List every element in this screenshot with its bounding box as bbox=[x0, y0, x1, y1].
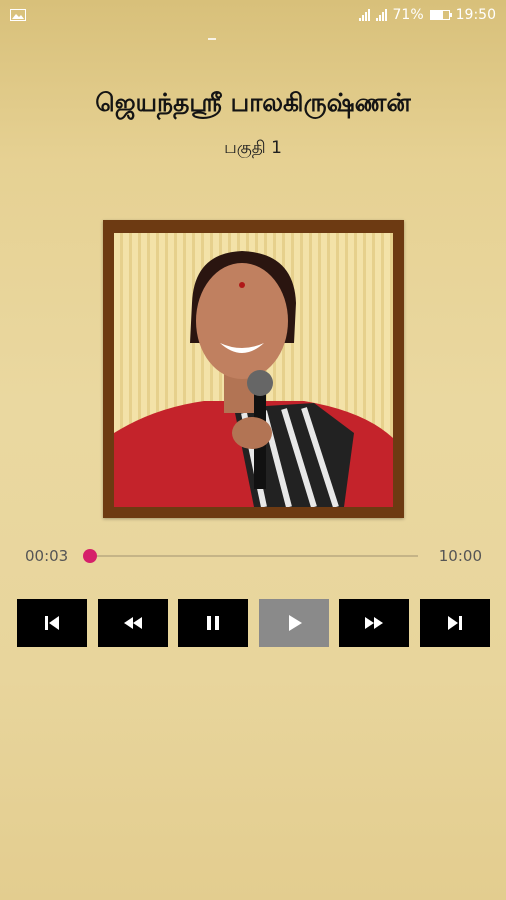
pull-indicator bbox=[208, 38, 216, 40]
signal-2-icon bbox=[375, 9, 387, 21]
seek-bar[interactable] bbox=[88, 555, 418, 557]
fast-forward-icon bbox=[365, 617, 384, 629]
seek-thumb[interactable] bbox=[82, 549, 97, 563]
playback-controls bbox=[17, 599, 490, 647]
status-right: 71% 19:50 bbox=[358, 7, 496, 23]
play-button[interactable] bbox=[258, 599, 329, 647]
pause-button[interactable] bbox=[178, 599, 249, 647]
album-photo bbox=[114, 233, 393, 507]
rewind-icon bbox=[123, 617, 142, 629]
total-time: 10:00 bbox=[438, 547, 482, 565]
clock: 19:50 bbox=[455, 7, 496, 23]
track-title: ஜெயந்தஸ்ரீ பாலகிருஷ்ணன் bbox=[95, 88, 411, 117]
current-time: 00:03 bbox=[25, 547, 69, 565]
speaker-portrait bbox=[114, 251, 393, 507]
play-icon bbox=[288, 615, 302, 631]
status-bar: 71% 19:50 bbox=[0, 0, 506, 30]
skip-next-button[interactable] bbox=[419, 599, 490, 647]
skip-previous-icon bbox=[45, 616, 59, 630]
battery-percent: 71% bbox=[392, 7, 424, 23]
skip-next-icon bbox=[447, 616, 462, 630]
gallery-notification-icon bbox=[10, 9, 26, 21]
rewind-button[interactable] bbox=[97, 599, 168, 647]
status-left bbox=[10, 9, 26, 21]
fast-forward-button[interactable] bbox=[339, 599, 410, 647]
pause-icon bbox=[207, 616, 220, 630]
signal-1-icon bbox=[358, 9, 370, 21]
skip-previous-button[interactable] bbox=[17, 599, 87, 647]
album-art bbox=[103, 220, 404, 518]
track-subtitle: பகுதி 1 bbox=[224, 138, 282, 158]
battery-icon bbox=[429, 10, 452, 20]
